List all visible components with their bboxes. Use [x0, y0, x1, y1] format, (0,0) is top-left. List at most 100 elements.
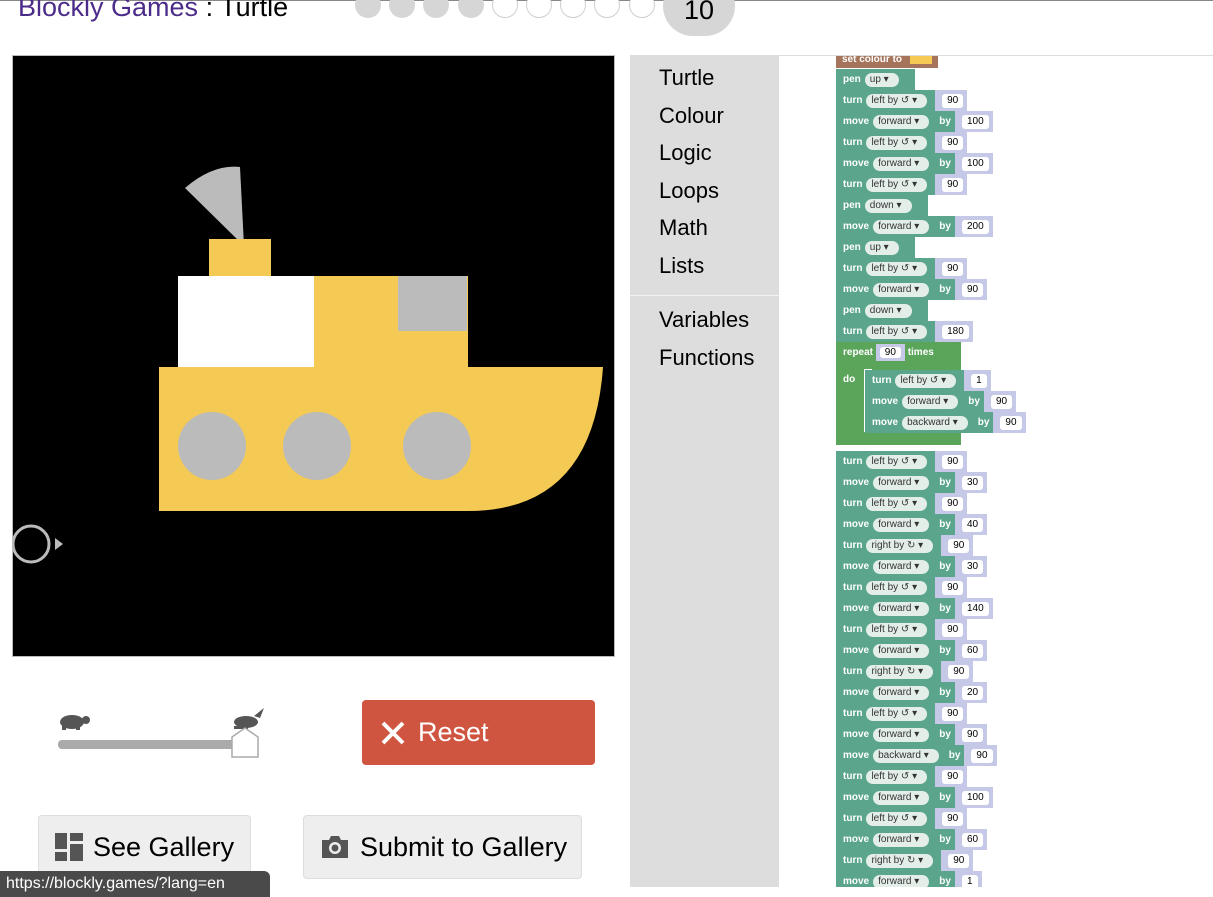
block-dropdown[interactable]: left by ↺ ▾ [866, 261, 928, 276]
move-block[interactable]: move forward ▾ by 30 [836, 556, 988, 577]
block-number-input[interactable]: 100 [961, 790, 989, 805]
block-dropdown[interactable]: forward ▾ [873, 219, 930, 234]
block-number-input[interactable]: 90 [942, 93, 964, 108]
block-dropdown[interactable]: left by ↺ ▾ [866, 93, 928, 108]
turn-block[interactable]: turn right by ↻ ▾ 90 [836, 535, 974, 556]
block-number-input[interactable]: 90 [942, 622, 964, 637]
toolbox-category-turtle[interactable]: Turtle [659, 65, 714, 91]
block-number-input[interactable]: 30 [961, 475, 984, 490]
toolbox-category-math[interactable]: Math [659, 215, 708, 241]
block-dropdown[interactable]: forward ▾ [873, 643, 930, 658]
move-block[interactable]: move forward ▾ by 1 [836, 871, 982, 887]
block-number-input[interactable]: 90 [942, 261, 964, 276]
block-number-input[interactable]: 60 [961, 643, 984, 658]
block-dropdown[interactable]: forward ▾ [873, 832, 930, 847]
block-dropdown[interactable]: left by ↺ ▾ [866, 706, 928, 721]
block-dropdown[interactable]: left by ↺ ▾ [866, 580, 928, 595]
move-block[interactable]: move forward ▾ by 100 [836, 153, 993, 174]
block-number-input[interactable]: 90 [942, 496, 964, 511]
block-dropdown[interactable]: left by ↺ ▾ [866, 622, 928, 637]
block-number-input[interactable]: 30 [961, 559, 984, 574]
submit-gallery-button[interactable]: Submit to Gallery [303, 815, 582, 879]
block-number-input[interactable]: 20 [961, 685, 984, 700]
block-number-input[interactable]: 90 [948, 853, 970, 868]
block-number-input[interactable]: 90 [971, 748, 993, 763]
block-number-input[interactable]: 1 [961, 874, 978, 887]
block-number-input[interactable]: 40 [961, 517, 984, 532]
block-dropdown[interactable]: forward ▾ [873, 114, 930, 129]
block-number-input[interactable]: 90 [942, 580, 964, 595]
block-dropdown[interactable]: left by ↺ ▾ [866, 454, 928, 469]
turn-block[interactable]: turn right by ↻ ▾ 90 [836, 850, 974, 871]
move-block[interactable]: move backward ▾ by 90 [865, 412, 1026, 433]
block-number-input[interactable]: 90 [990, 394, 1013, 409]
pen-block[interactable]: pen down ▾ [836, 195, 928, 216]
toolbox-category-logic[interactable]: Logic [659, 140, 712, 166]
block-dropdown[interactable]: backward ▾ [873, 748, 939, 763]
brand-link[interactable]: Blockly Games [18, 0, 198, 22]
move-block[interactable]: move forward ▾ by 100 [836, 787, 993, 808]
move-block[interactable]: move backward ▾ by 90 [836, 745, 997, 766]
block-number-input[interactable]: 100 [961, 114, 989, 129]
block-dropdown[interactable]: forward ▾ [873, 727, 930, 742]
block-dropdown[interactable]: forward ▾ [873, 517, 930, 532]
toolbox-category-colour[interactable]: Colour [659, 103, 724, 129]
block-dropdown[interactable]: down ▾ [864, 303, 912, 318]
toolbox-category-variables[interactable]: Variables [659, 307, 749, 333]
block-dropdown[interactable]: right by ↻ ▾ [866, 664, 934, 679]
turn-block[interactable]: turn left by ↺ ▾ 90 [836, 577, 968, 598]
turn-block[interactable]: turn left by ↺ ▾ 90 [836, 258, 968, 279]
turn-block[interactable]: turn left by ↺ ▾ 90 [836, 451, 968, 472]
turn-block[interactable]: turn left by ↺ ▾ 90 [836, 619, 968, 640]
block-dropdown[interactable]: forward ▾ [873, 559, 930, 574]
block-dropdown[interactable]: left by ↺ ▾ [866, 769, 928, 784]
move-block[interactable]: move forward ▾ by 90 [865, 391, 1017, 412]
block-dropdown[interactable]: up ▾ [864, 72, 899, 87]
block-number-input[interactable]: 90 [942, 769, 964, 784]
level-dot-1[interactable] [355, 0, 381, 18]
block-dropdown[interactable]: left by ↺ ▾ [866, 496, 928, 511]
move-block[interactable]: move forward ▾ by 90 [836, 724, 988, 745]
move-block[interactable]: move forward ▾ by 100 [836, 111, 993, 132]
turn-block[interactable]: turn left by ↺ ▾ 90 [836, 90, 968, 111]
turn-block[interactable]: turn left by ↺ ▾ 90 [836, 132, 968, 153]
block-number-input[interactable]: 180 [942, 324, 969, 339]
block-number-input[interactable]: 90 [942, 177, 964, 192]
block-dropdown[interactable]: left by ↺ ▾ [866, 135, 928, 150]
block-number-input[interactable]: 90 [942, 454, 964, 469]
pen-block[interactable]: pen up ▾ [836, 237, 915, 258]
block-dropdown[interactable]: left by ↺ ▾ [866, 811, 928, 826]
level-dot-5[interactable] [491, 0, 518, 18]
block-dropdown[interactable]: forward ▾ [873, 282, 930, 297]
move-block[interactable]: move forward ▾ by 140 [836, 598, 993, 619]
current-level-badge[interactable]: 10 [663, 0, 735, 36]
set-colour-block[interactable]: set colour to [836, 56, 939, 68]
move-block[interactable]: move forward ▾ by 90 [836, 279, 988, 300]
block-number-input[interactable]: 90 [961, 282, 984, 297]
turn-block[interactable]: turn left by ↺ ▾ 90 [836, 808, 968, 829]
block-dropdown[interactable]: backward ▾ [902, 415, 968, 430]
block-number-input[interactable]: 1 [971, 373, 987, 388]
move-block[interactable]: move forward ▾ by 60 [836, 829, 988, 850]
pen-block[interactable]: pen up ▾ [836, 69, 915, 90]
level-dot-3[interactable] [423, 0, 450, 18]
block-dropdown[interactable]: right by ↻ ▾ [866, 538, 934, 553]
block-dropdown[interactable]: down ▾ [864, 198, 912, 213]
block-dropdown[interactable]: forward ▾ [902, 394, 959, 409]
turn-block[interactable]: turn left by ↺ ▾ 90 [836, 493, 968, 514]
level-dot-7[interactable] [560, 0, 587, 18]
block-dropdown[interactable]: forward ▾ [873, 475, 930, 490]
block-dropdown[interactable]: forward ▾ [873, 874, 930, 887]
block-dropdown[interactable]: forward ▾ [873, 790, 930, 805]
turn-block[interactable]: turn left by ↺ ▾ 1 [865, 370, 991, 391]
level-dot-4[interactable] [457, 0, 484, 18]
block-number-input[interactable]: 90 [1000, 415, 1022, 430]
block-number-input[interactable]: 90 [961, 727, 984, 742]
level-dot-6[interactable] [526, 0, 552, 18]
turn-block[interactable]: turn left by ↺ ▾ 90 [836, 174, 968, 195]
pen-block[interactable]: pen down ▾ [836, 300, 928, 321]
block-number-input[interactable]: 60 [961, 832, 984, 847]
block-number-input[interactable]: 90 [942, 135, 964, 150]
toolbox-category-loops[interactable]: Loops [659, 178, 719, 204]
block-dropdown[interactable]: forward ▾ [873, 156, 930, 171]
